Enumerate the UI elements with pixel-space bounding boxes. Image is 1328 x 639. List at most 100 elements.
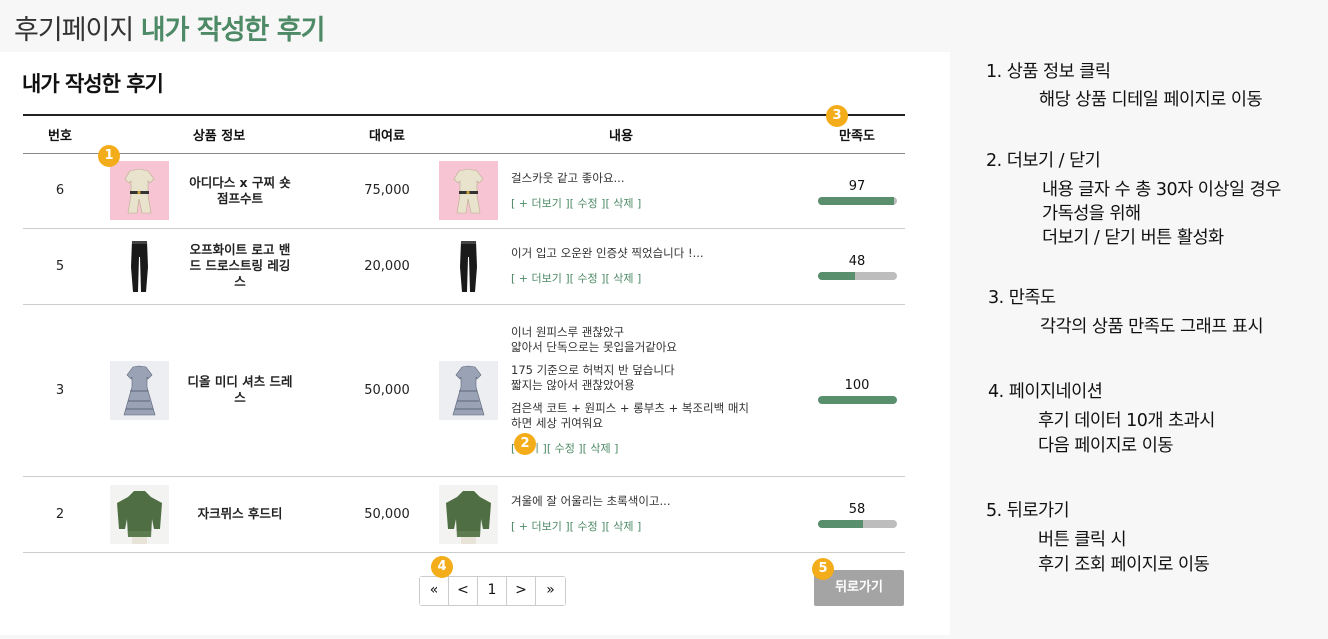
note-2-line: 가독성을 위해 bbox=[1042, 204, 1141, 224]
panel-title: 내가 작성한 후기 bbox=[22, 72, 164, 96]
review-text-line bbox=[511, 393, 749, 401]
satisfaction-cell: 97 bbox=[809, 153, 905, 229]
satisfaction-value: 48 bbox=[848, 254, 866, 269]
review-actions[interactable]: [ + 더보기 ][ 수정 ][ 삭제 ] bbox=[511, 196, 641, 211]
product-name[interactable]: 아디다스 x 구찌 숏 점프수트 bbox=[185, 175, 295, 207]
page-next-button[interactable]: > bbox=[507, 577, 536, 605]
review-image bbox=[439, 236, 498, 296]
note-1-head: 1. 상품 정보 클릭 bbox=[986, 62, 1111, 82]
row-number: 6 bbox=[23, 153, 97, 229]
satisfaction-value: 97 bbox=[848, 178, 866, 194]
review-table: 번호 상품 정보 대여료 내용 만족도 6 아디다스 x 구찌 숏 점프수트 7… bbox=[23, 114, 905, 553]
rental-price: 20,000 bbox=[341, 228, 433, 305]
satisfaction-cell: 100 bbox=[809, 304, 905, 477]
annotation-badge-1: 1 bbox=[98, 145, 120, 167]
row-number: 3 bbox=[23, 304, 97, 477]
review-panel: 내가 작성한 후기 번호 상품 정보 대여료 내용 만족도 6 아디다스 x 구… bbox=[0, 52, 950, 635]
satisfaction-bar bbox=[817, 272, 897, 280]
review-text-line: 이거 입고 오운완 인증샷 찍었습니다 !... bbox=[511, 246, 704, 260]
satisfaction-bar bbox=[817, 520, 897, 528]
review-text-line: 검은색 코트 + 원피스 + 롱부츠 + 복조리백 매치 bbox=[511, 400, 750, 415]
note-1-line: 해당 상품 디테일 페이지로 이동 bbox=[1039, 90, 1263, 110]
page-header-prefix: 후기페이지 bbox=[14, 15, 134, 46]
row-number: 2 bbox=[23, 476, 97, 553]
page-number-button[interactable]: 1 bbox=[478, 577, 507, 605]
product-image[interactable] bbox=[110, 484, 169, 544]
review-text-line: 짧지는 않아서 괜찮았어용 bbox=[511, 377, 635, 392]
note-5-head: 5. 뒤로가기 bbox=[986, 501, 1070, 521]
rental-price: 50,000 bbox=[341, 476, 433, 553]
note-5-line: 버튼 클릭 시 bbox=[1038, 530, 1127, 550]
satisfaction-bar-fill bbox=[817, 196, 895, 205]
review-image bbox=[439, 360, 498, 420]
annotation-badge-5: 5 bbox=[812, 558, 834, 580]
note-2-head: 2. 더보기 / 닫기 bbox=[986, 151, 1101, 171]
annotation-badge-4: 4 bbox=[431, 556, 453, 578]
product-image[interactable] bbox=[110, 236, 169, 296]
review-text-line: 겨울에 잘 어울리는 초록색이고... bbox=[511, 494, 671, 508]
note-2-line: 더보기 / 닫기 버튼 활성화 bbox=[1042, 228, 1224, 248]
note-3-line: 각각의 상품 만족도 그래프 표시 bbox=[1040, 317, 1264, 337]
page-first-button[interactable]: « bbox=[420, 577, 449, 605]
review-text-line bbox=[511, 355, 749, 363]
review-image bbox=[439, 161, 498, 220]
satisfaction-cell: 58 bbox=[809, 476, 905, 553]
header-satisfaction: 만족도 bbox=[809, 114, 905, 154]
review-content: 이거 입고 오운완 인증샷 찍었습니다 !... [ + 더보기 ][ 수정 ]… bbox=[433, 228, 809, 305]
pagination: « < 1 > » bbox=[419, 576, 566, 606]
product-info[interactable]: 아디다스 x 구찌 숏 점프수트 bbox=[97, 153, 341, 229]
product-image[interactable] bbox=[110, 161, 169, 220]
page-prev-button[interactable]: < bbox=[449, 577, 478, 605]
annotation-badge-2: 2 bbox=[514, 433, 536, 455]
review-content: 겨울에 잘 어울리는 초록색이고... [ + 더보기 ][ 수정 ][ 삭제 … bbox=[433, 476, 809, 553]
review-content: 이너 원피스루 괜찮았구 얇아서 단독으로는 못입을거같아요 175 기준으로 허벅… bbox=[433, 304, 809, 477]
header-product: 상품 정보 bbox=[97, 114, 341, 154]
note-3-head: 3. 만족도 bbox=[988, 288, 1056, 308]
header-no: 번호 bbox=[23, 114, 97, 154]
satisfaction-bar-fill bbox=[817, 272, 856, 280]
review-actions[interactable]: [ 닫기 ][ 수정 ][ 삭제 ] bbox=[511, 441, 749, 456]
review-text-line: 하면 세상 귀여워요 bbox=[511, 415, 603, 430]
product-info[interactable]: 오프화이트 로고 밴드 드로스트링 레깅스 bbox=[97, 228, 341, 305]
review-text-line: 175 기준으로 허벅지 반 덮습니다 bbox=[511, 362, 675, 377]
page-header-highlight: 내가 작성한 후기 bbox=[140, 15, 326, 46]
annotation-badge-3: 3 bbox=[826, 105, 848, 127]
table-row: 3 디올 미디 셔츠 드레스 50,000 이너 원피스루 괜찮았구 얇아서 단독… bbox=[23, 304, 905, 477]
note-2-line: 내용 글자 수 총 30자 이상일 경우 bbox=[1042, 180, 1281, 200]
rental-price: 50,000 bbox=[341, 304, 433, 477]
satisfaction-bar-fill bbox=[817, 520, 864, 528]
table-header-row: 번호 상품 정보 대여료 내용 만족도 bbox=[23, 114, 905, 154]
table-row: 5 오프화이트 로고 밴드 드로스트링 레깅스 20,000 이거 입고 오운완… bbox=[23, 228, 905, 305]
satisfaction-bar bbox=[817, 396, 897, 404]
satisfaction-value: 58 bbox=[848, 502, 866, 517]
review-text-line: 얇아서 단독으로는 못입을거같아요 bbox=[511, 339, 678, 354]
review-image bbox=[439, 484, 498, 544]
table-row: 6 아디다스 x 구찌 숏 점프수트 75,000 걸스카웃 같고 좋아요...… bbox=[23, 153, 905, 229]
review-content: 걸스카웃 같고 좋아요... [ + 더보기 ][ 수정 ][ 삭제 ] bbox=[433, 153, 809, 229]
satisfaction-bar bbox=[817, 196, 897, 205]
header-price: 대여료 bbox=[341, 114, 433, 154]
satisfaction-cell: 48 bbox=[809, 228, 905, 305]
product-name[interactable]: 디올 미디 셔츠 드레스 bbox=[185, 374, 295, 406]
product-name[interactable]: 자크뮈스 후드티 bbox=[185, 506, 295, 522]
product-name[interactable]: 오프화이트 로고 밴드 드로스트링 레깅스 bbox=[185, 242, 295, 290]
satisfaction-value: 100 bbox=[844, 378, 870, 393]
review-text-line: 걸스카웃 같고 좋아요... bbox=[511, 170, 625, 185]
product-info[interactable]: 디올 미디 셔츠 드레스 bbox=[97, 304, 341, 477]
rental-price: 75,000 bbox=[341, 153, 433, 229]
header-content: 내용 bbox=[433, 114, 809, 154]
table-row: 2 자크뮈스 후드티 50,000 겨울에 잘 어울리는 초록색이고... [ … bbox=[23, 476, 905, 553]
product-info[interactable]: 자크뮈스 후드티 bbox=[97, 476, 341, 553]
satisfaction-bar-fill bbox=[817, 396, 897, 404]
review-actions[interactable]: [ + 더보기 ][ 수정 ][ 삭제 ] bbox=[511, 271, 704, 286]
review-text-line: 이너 원피스루 괜찮았구 bbox=[511, 324, 625, 339]
row-number: 5 bbox=[23, 228, 97, 305]
page-last-button[interactable]: » bbox=[536, 577, 565, 605]
product-image[interactable] bbox=[110, 360, 169, 420]
note-5-line: 후기 조회 페이지로 이동 bbox=[1038, 555, 1210, 575]
page-header-title: 후기페이지 내가 작성한 후기 bbox=[14, 8, 326, 47]
review-actions[interactable]: [ + 더보기 ][ 수정 ][ 삭제 ] bbox=[511, 519, 670, 534]
note-4-line: 다음 페이지로 이동 bbox=[1038, 436, 1173, 456]
note-4-head: 4. 페이지네이션 bbox=[988, 382, 1103, 402]
note-4-line: 후기 데이터 10개 초과시 bbox=[1038, 411, 1215, 431]
